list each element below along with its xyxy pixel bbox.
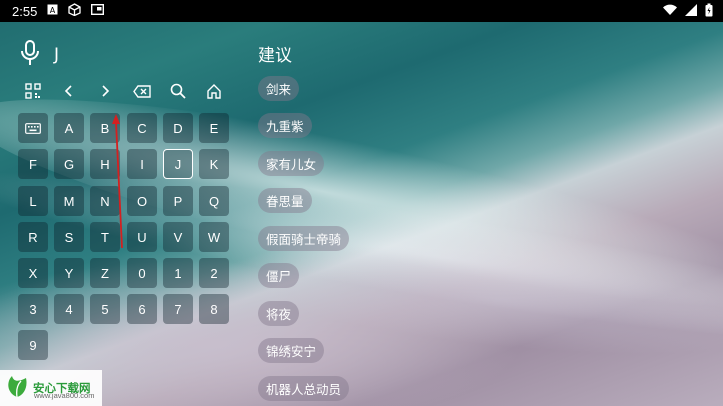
signal-icon [685,4,697,20]
leaf-logo-icon [4,373,30,403]
status-time: 2:55 [12,3,38,19]
watermark-url: www.java800.com [34,391,95,400]
key-t[interactable]: T [90,222,120,252]
key-m[interactable]: M [54,186,84,216]
search-icon[interactable] [163,76,193,106]
key-h[interactable]: H [90,149,120,179]
key-3[interactable]: 3 [18,294,48,324]
key-l[interactable]: L [18,186,48,216]
key-w[interactable]: W [199,222,229,252]
key-5[interactable]: 5 [90,294,120,324]
key-e[interactable]: E [199,113,229,143]
key-p[interactable]: P [163,186,193,216]
keyboard-icon[interactable] [18,113,48,143]
battery-icon [705,3,713,21]
suggestion-item[interactable]: 机器人总动员 [258,376,350,401]
microphone-icon[interactable] [20,40,40,70]
suggestion-item[interactable]: 九重紫 [258,113,312,138]
key-r[interactable]: R [18,222,48,252]
suggestion-item[interactable]: 家有儿女 [258,151,325,176]
key-0[interactable]: 0 [127,258,157,288]
key-v[interactable]: V [163,222,193,252]
key-g[interactable]: G [54,149,84,179]
watermark-logo: 安心下载网 www.java800.com [0,370,102,406]
chevron-left-icon[interactable] [54,76,84,106]
key-s[interactable]: S [54,222,84,252]
key-f[interactable]: F [18,149,48,179]
key-2[interactable]: 2 [199,258,229,288]
key-u[interactable]: U [127,222,157,252]
key-d[interactable]: D [163,113,193,143]
suggestion-item[interactable]: 假面骑士帝骑 [258,226,350,251]
key-4[interactable]: 4 [54,294,84,324]
svg-text:A: A [50,6,56,15]
key-x[interactable]: X [18,258,48,288]
key-j[interactable]: J [163,149,193,179]
key-o[interactable]: O [127,186,157,216]
suggestion-item[interactable]: 眷思量 [258,188,312,213]
key-q[interactable]: Q [199,186,229,216]
a-icon: A [47,4,58,19]
suggestions-title: 建议 [258,46,292,66]
suggestion-item[interactable]: 将夜 [258,301,300,326]
status-bar: 2:55 A [0,0,723,22]
suggestion-item[interactable]: 剑来 [258,76,300,101]
key-9[interactable]: 9 [18,330,48,360]
qr-code-icon[interactable] [18,76,48,106]
voice-search: J [20,40,59,70]
wifi-icon [663,4,677,20]
key-k[interactable]: K [199,149,229,179]
key-z[interactable]: Z [90,258,120,288]
key-6[interactable]: 6 [127,294,157,324]
search-query-text: J [54,45,60,65]
key-y[interactable]: Y [54,258,84,288]
key-a[interactable]: A [54,113,84,143]
key-n[interactable]: N [90,186,120,216]
key-b[interactable]: B [90,113,120,143]
home-icon[interactable] [199,76,229,106]
chevron-right-icon[interactable] [90,76,120,106]
key-7[interactable]: 7 [163,294,193,324]
tv-icon [91,3,105,19]
key-c[interactable]: C [127,113,157,143]
suggestion-item[interactable]: 锦绣安宁 [258,338,325,363]
backspace-icon[interactable] [127,76,157,106]
key-8[interactable]: 8 [199,294,229,324]
suggestion-item[interactable]: 僵尸 [258,263,300,288]
key-1[interactable]: 1 [163,258,193,288]
cube-icon [68,2,81,20]
key-i[interactable]: I [127,149,157,179]
